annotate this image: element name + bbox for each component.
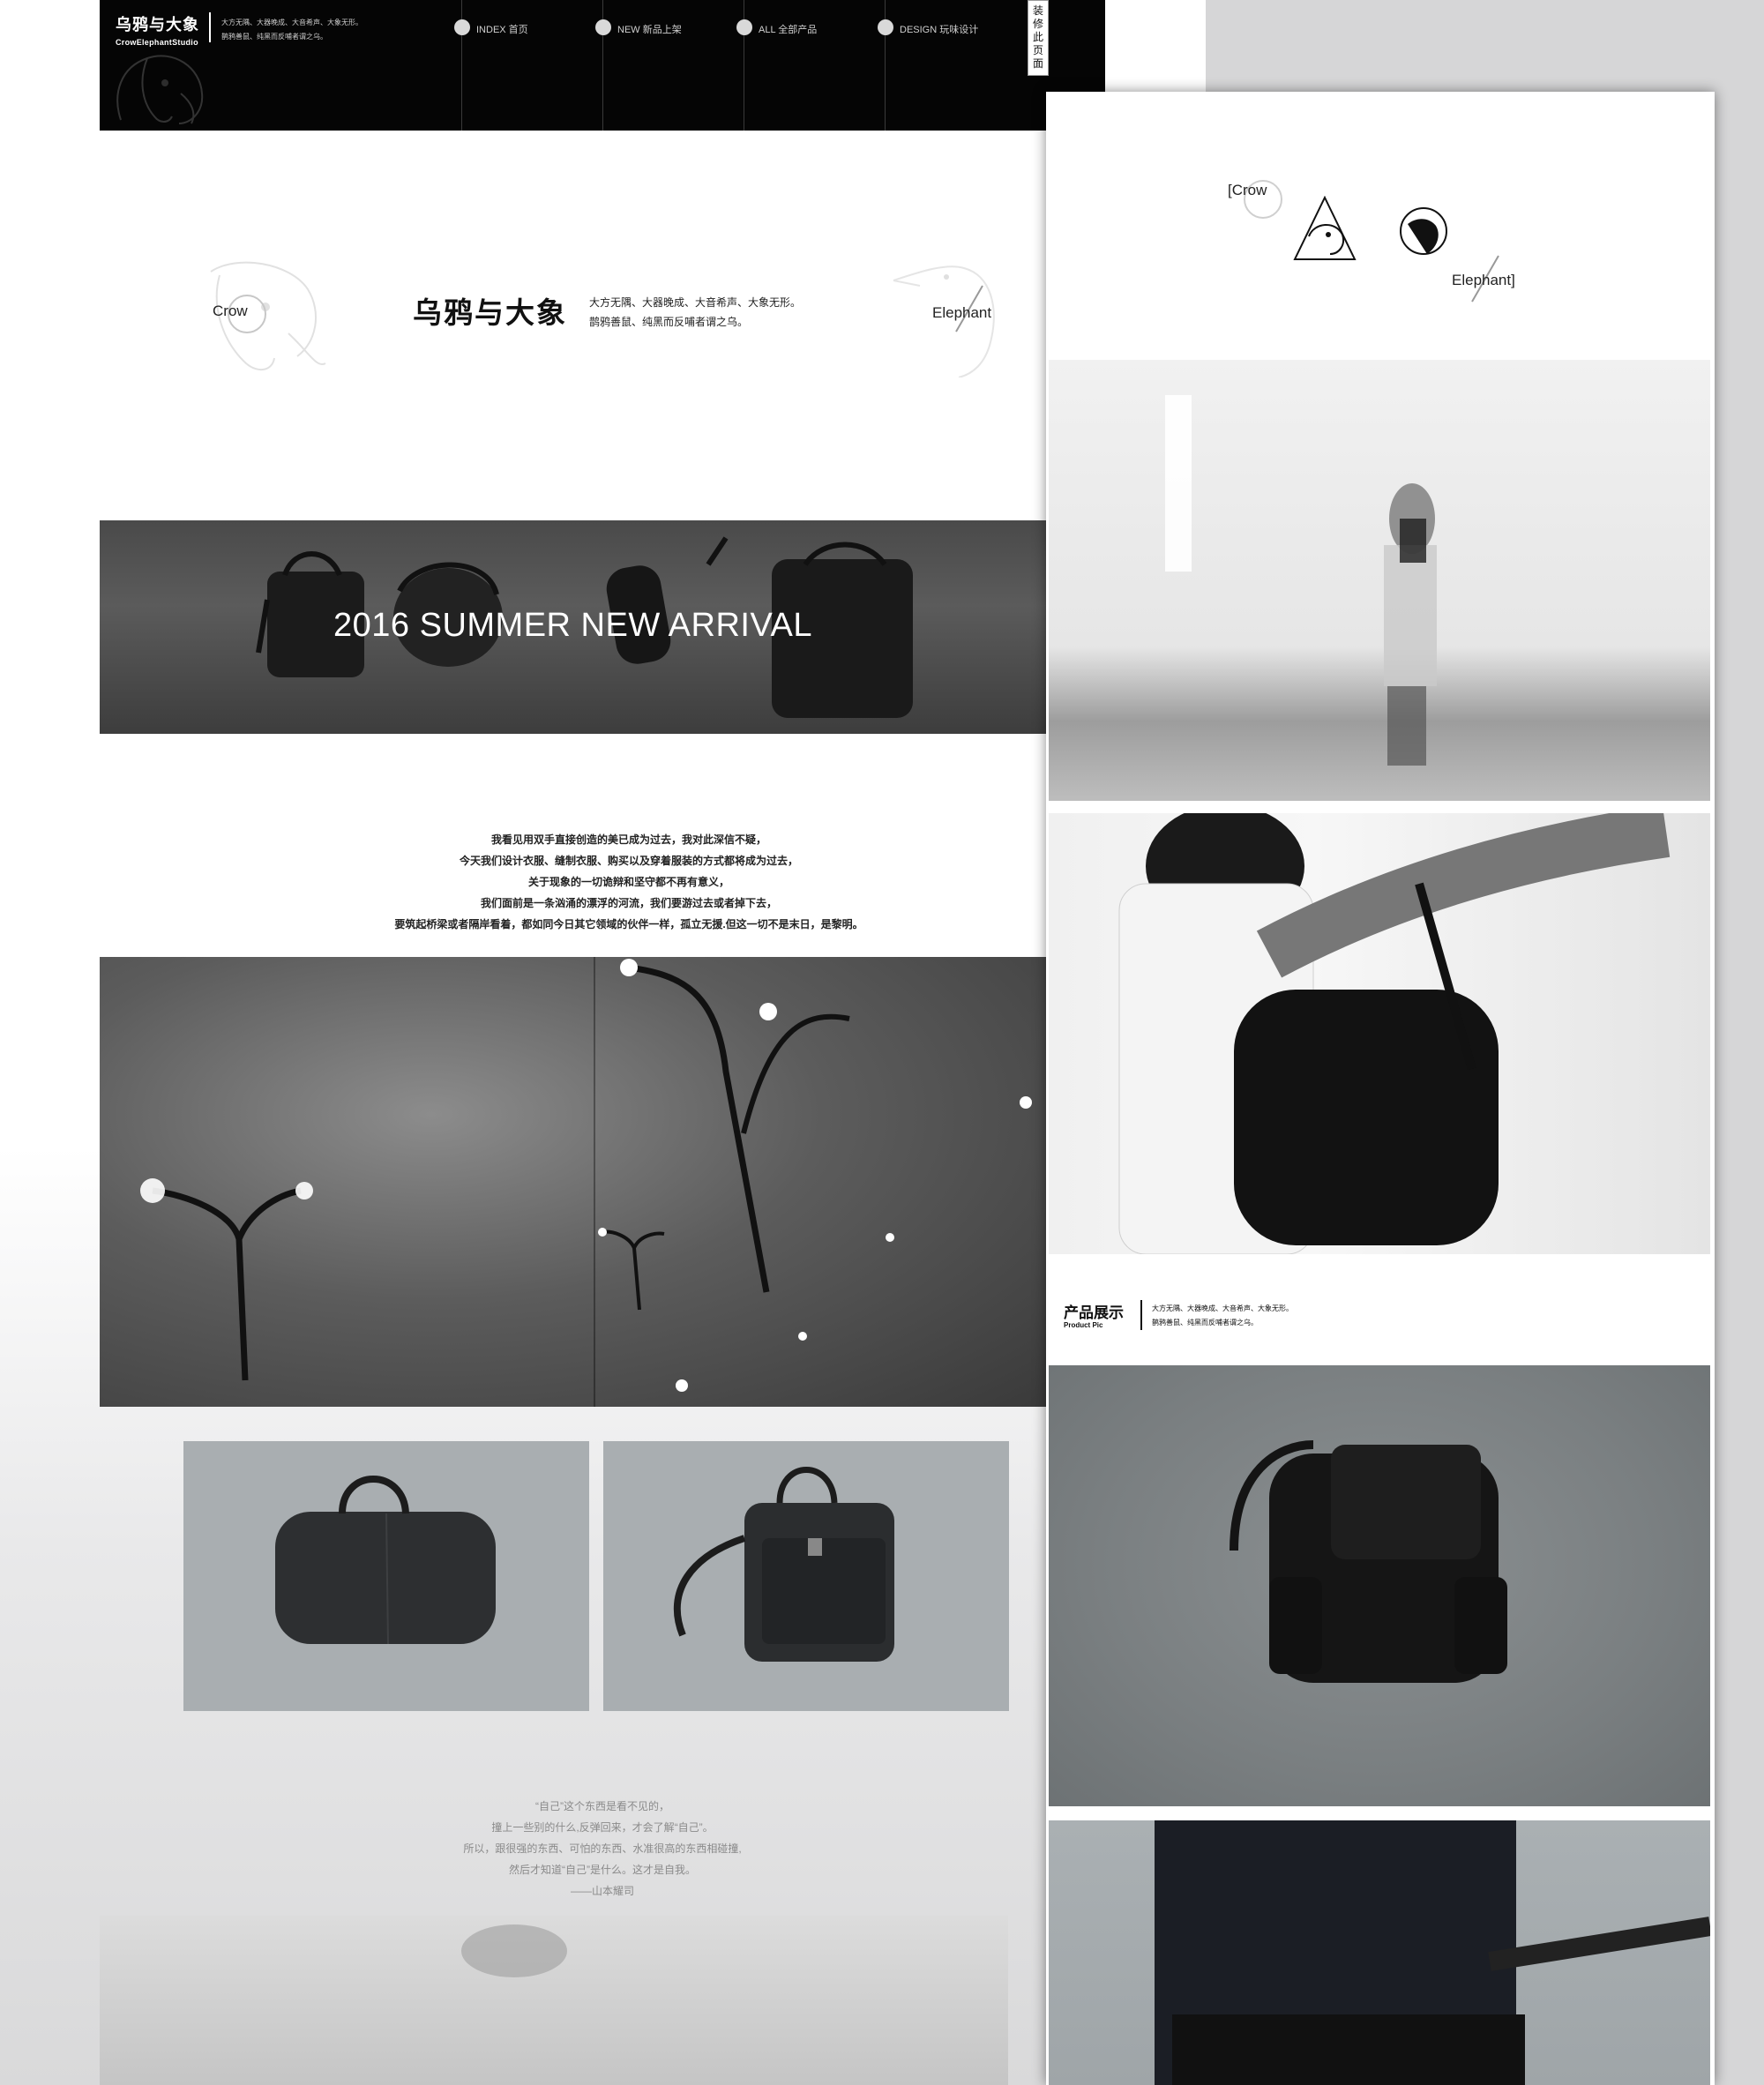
quote-line: 要筑起桥梁或者隔岸看着，都如同今日其它领域的伙伴一样，孤立无援.但这一切不是末日…	[394, 918, 863, 930]
quote-author: ——山本耀司	[570, 1885, 634, 1897]
hero-title: 乌鸦与大象	[413, 295, 567, 330]
elephant-label: Elephant]	[1452, 272, 1515, 288]
smoke-image	[461, 1924, 567, 1977]
tagline-line: 鹊鸦善鼠、纯黑而反哺者谓之乌。	[589, 316, 749, 328]
tagline-line: 鹊鸦善鼠、纯黑而反哺者谓之乌。	[1152, 1319, 1258, 1326]
photo-backpack-hold	[1049, 813, 1710, 1254]
tagline-line: 大方无隅、大器晚成、大音希声、大象无形。	[1152, 1304, 1293, 1312]
hero-section: Crow 乌鸦与大象 大方无隅、大器晚成、大音希声、大象无形。 鹊鸦善鼠、纯黑而…	[100, 131, 1046, 519]
quote-line: 关于现象的一切诡辩和坚守都不再有意义，	[527, 876, 729, 888]
nav-item-index[interactable]: INDEX 首页	[454, 0, 602, 131]
bullet-icon	[454, 19, 470, 35]
photo-backpack-concrete[interactable]	[1049, 1365, 1710, 1806]
main-column: 乌鸦与大象 CrowElephantStudio 大方无隅、大器晚成、大音希声、…	[100, 0, 1105, 2085]
elephant-label: Elephant	[932, 304, 992, 321]
crow-label: Crow	[213, 303, 248, 319]
quote-line: 今天我们设计衣服、缝制衣服、购买以及穿着服装的方式都将成为过去，	[459, 855, 798, 867]
bullet-icon	[736, 19, 752, 35]
man-walking-image	[1165, 395, 1437, 766]
crow-circle-icon	[1400, 207, 1447, 255]
backpack-on-concrete-image	[1230, 1440, 1507, 1683]
holding-backpack-image	[1118, 813, 1671, 1254]
product-image-tote[interactable]	[183, 1441, 589, 1711]
edit-page-button[interactable]: 装修此页面	[1028, 0, 1049, 76]
product-section-subtitle: Product Pic	[1064, 1321, 1103, 1329]
product-section-title: 产品展示	[1064, 1304, 1124, 1322]
nav-item-label: ALL 全部产品	[759, 25, 818, 35]
nav-item-label: INDEX 首页	[476, 25, 528, 35]
quote-line: 我们面前是一条汹涌的漂浮的河流，我们要游过去或者掉下去，	[480, 897, 777, 909]
open-backpack-image	[1155, 1820, 1710, 2085]
quote-line: 所以，跟很强的东西、可怕的东西、水准很高的东西相碰撞,	[463, 1842, 742, 1855]
brand-divider	[209, 12, 211, 42]
streetlight-illustration	[140, 959, 1032, 1392]
tagline-line: 大方无隅、大器晚成、大音希声、大象无形。	[589, 296, 802, 309]
manifesto-text: 我看见用双手直接创造的美已成为过去，我对此深信不疑， 今天我们设计衣服、缝制衣服…	[100, 829, 1158, 935]
backpack-image	[673, 1467, 894, 1662]
hero-tagline: 大方无隅、大器晚成、大音希声、大象无形。 鹊鸦善鼠、纯黑而反哺者谓之乌。	[589, 293, 801, 332]
nav-item-label: DESIGN 玩味设计	[900, 25, 979, 35]
banner-title: 2016 SUMMER NEW ARRIVAL	[333, 607, 812, 644]
nav-item-new[interactable]: NEW 新品上架	[595, 0, 744, 131]
streetlight-night-image	[100, 957, 1046, 1407]
brand[interactable]: 乌鸦与大象 CrowElephantStudio	[116, 12, 199, 47]
bullet-icon	[595, 19, 611, 35]
product-image-backpack[interactable]	[603, 1441, 1009, 1711]
nav-item-label: NEW 新品上架	[617, 25, 682, 35]
yohji-quote: “自己”这个东西是看不见的， 撞上一些别的什么,反弹回来，才会了解“自己”。 所…	[100, 1796, 1105, 1902]
brand-tagline: 大方无隅、大器晚成、大音希声、大象无形。 鹊鸦善鼠、纯黑而反哺者谓之乌。	[221, 16, 363, 44]
quote-line: 撞上一些别的什么,反弹回来，才会了解“自己”。	[491, 1821, 714, 1834]
photo-backpack-open[interactable]	[1049, 1820, 1710, 2085]
tote-bag-image	[275, 1476, 496, 1645]
quote-line: 我看见用双手直接创造的美已成为过去，我对此深信不疑，	[490, 833, 766, 846]
summer-arrival-banner[interactable]: 2016 SUMMER NEW ARRIVAL	[100, 520, 1046, 734]
quote-line: 然后才知道“自己”是什么。这才是自我。	[509, 1864, 696, 1876]
nav-item-all[interactable]: ALL 全部产品	[736, 0, 885, 131]
crow-label: [Crow	[1228, 182, 1267, 198]
tagline-line: 鹊鸦善鼠、纯黑而反哺者谓之乌。	[221, 33, 327, 41]
product-section-tagline: 大方无隅、大器晚成、大音希声、大象无形。 鹊鸦善鼠、纯黑而反哺者谓之乌。	[1152, 1302, 1293, 1330]
photo-man-in-room	[1049, 360, 1710, 801]
page-fold-line	[594, 957, 595, 1407]
quote-line: “自己”这个东西是看不见的，	[535, 1800, 669, 1812]
bullet-icon	[878, 19, 893, 35]
elephant-triangle-icon	[1293, 196, 1357, 260]
section-divider	[1140, 1300, 1142, 1330]
brand-name-cn: 乌鸦与大象	[116, 16, 199, 34]
bottom-faded-image	[100, 1916, 1008, 2085]
mobile-preview-column: [Crow Elephant] 产品展示 Product Pic 大方无隅、大器	[1046, 92, 1715, 2085]
brand-name-en: CrowElephantStudio	[116, 38, 198, 47]
tagline-line: 大方无隅、大器晚成、大音希声、大象无形。	[221, 19, 363, 26]
nav-item-design[interactable]: DESIGN 玩味设计	[878, 0, 1026, 131]
top-navigation: 乌鸦与大象 CrowElephantStudio 大方无隅、大器晚成、大音希声、…	[100, 0, 1105, 131]
